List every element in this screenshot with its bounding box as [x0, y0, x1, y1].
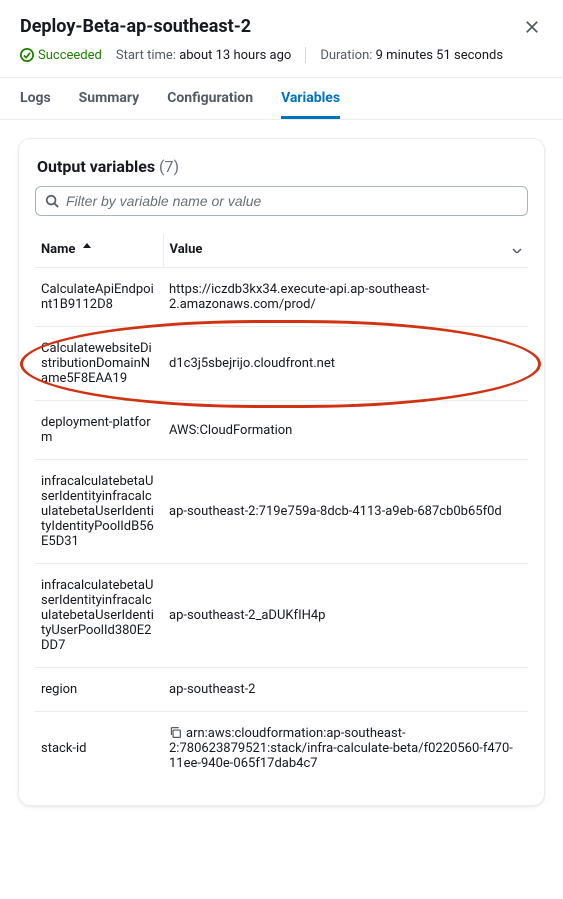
duration: Duration: 9 minutes 51 seconds [320, 48, 503, 63]
table-row: infracalculatebetaUserIdentityinfracalcu… [35, 460, 528, 564]
variable-value: ap-southeast-2:719e759a-8dcb-4113-a9eb-6… [163, 460, 528, 564]
tab-configuration[interactable]: Configuration [167, 78, 253, 119]
table-row: stack-idarn:aws:cloudformation:ap-southe… [35, 712, 528, 786]
variable-value: arn:aws:cloudformation:ap-southeast-2:78… [163, 712, 528, 786]
start-label: Start time: [116, 48, 176, 63]
variable-value: https://iczdb3kx34.execute-api.ap-southe… [163, 268, 528, 327]
status-text: Succeeded [38, 48, 102, 63]
value-text: arn:aws:cloudformation:ap-southeast-2:78… [169, 726, 513, 771]
search-input[interactable] [35, 186, 528, 216]
card-title-text: Output variables [37, 157, 155, 176]
search-wrap [35, 186, 528, 216]
tab-summary[interactable]: Summary [79, 78, 140, 119]
meta-row: Succeeded Start time: about 13 hours ago… [20, 47, 543, 63]
value-text: ap-southeast-2_aDUKfIH4p [169, 608, 325, 623]
tab-content: Output variables (7) Name Value [0, 120, 563, 824]
value-text: https://iczdb3kx34.execute-api.ap-southe… [169, 282, 429, 312]
success-icon [20, 48, 34, 62]
start-value: about 13 hours ago [179, 48, 291, 63]
value-text: ap-southeast-2:719e759a-8dcb-4113-a9eb-6… [169, 504, 502, 519]
search-icon [45, 194, 59, 208]
col-header-value[interactable]: Value [163, 234, 528, 268]
card-title: Output variables (7) [37, 157, 528, 176]
table-row: CalculatewebsiteDistributionDomainName5F… [35, 327, 528, 401]
page-title: Deploy-Beta-ap-southeast-2 [20, 16, 251, 37]
detail-panel: Deploy-Beta-ap-southeast-2 Succeeded Sta… [0, 0, 563, 63]
duration-value: 9 minutes 51 seconds [376, 48, 503, 63]
copy-icon[interactable] [169, 726, 182, 739]
table-row: deployment-platform AWS:CloudFormation [35, 401, 528, 460]
table-row: infracalculatebetaUserIdentityinfracalcu… [35, 564, 528, 668]
meta-separator [305, 47, 306, 63]
tab-logs[interactable]: Logs [20, 78, 51, 119]
variable-name: CalculateApiEndpoint1B9112D8 [35, 268, 163, 327]
close-button[interactable] [521, 16, 543, 41]
variable-value: d1c3j5sbejrijo.cloudfront.net [163, 327, 528, 401]
variable-name: infracalculatebetaUserIdentityinfracalcu… [35, 564, 163, 668]
value-text: AWS:CloudFormation [169, 423, 292, 438]
sort-asc-icon [83, 242, 91, 257]
variable-value: AWS:CloudFormation [163, 401, 528, 460]
variable-name: deployment-platform [35, 401, 163, 460]
panel-header: Deploy-Beta-ap-southeast-2 [20, 16, 543, 41]
status-badge: Succeeded [20, 48, 102, 63]
variable-name: region [35, 668, 163, 712]
table-header-row: Name Value [35, 234, 528, 268]
tab-bar: Logs Summary Configuration Variables [0, 78, 563, 120]
value-text: d1c3j5sbejrijo.cloudfront.net [169, 356, 335, 371]
table-body: CalculateApiEndpoint1B9112D8https://iczd… [35, 268, 528, 786]
col-header-name[interactable]: Name [35, 234, 163, 268]
start-time: Start time: about 13 hours ago [116, 48, 291, 63]
variable-name: stack-id [35, 712, 163, 786]
close-icon [525, 20, 539, 34]
variable-value: ap-southeast-2_aDUKfIH4p [163, 564, 528, 668]
variable-value: ap-southeast-2 [163, 668, 528, 712]
tab-variables[interactable]: Variables [281, 78, 340, 119]
table-row: region ap-southeast-2 [35, 668, 528, 712]
value-text: ap-southeast-2 [169, 682, 256, 697]
sort-none-icon [512, 242, 522, 257]
output-variables-card: Output variables (7) Name Value [18, 138, 545, 806]
variable-name: CalculatewebsiteDistributionDomainName5F… [35, 327, 163, 401]
variable-name: infracalculatebetaUserIdentityinfracalcu… [35, 460, 163, 564]
table-row: CalculateApiEndpoint1B9112D8https://iczd… [35, 268, 528, 327]
variables-table: Name Value CalculateApiEndpoint1B9112D8h… [35, 234, 528, 785]
card-count: (7) [159, 157, 179, 176]
duration-label: Duration: [320, 48, 372, 63]
